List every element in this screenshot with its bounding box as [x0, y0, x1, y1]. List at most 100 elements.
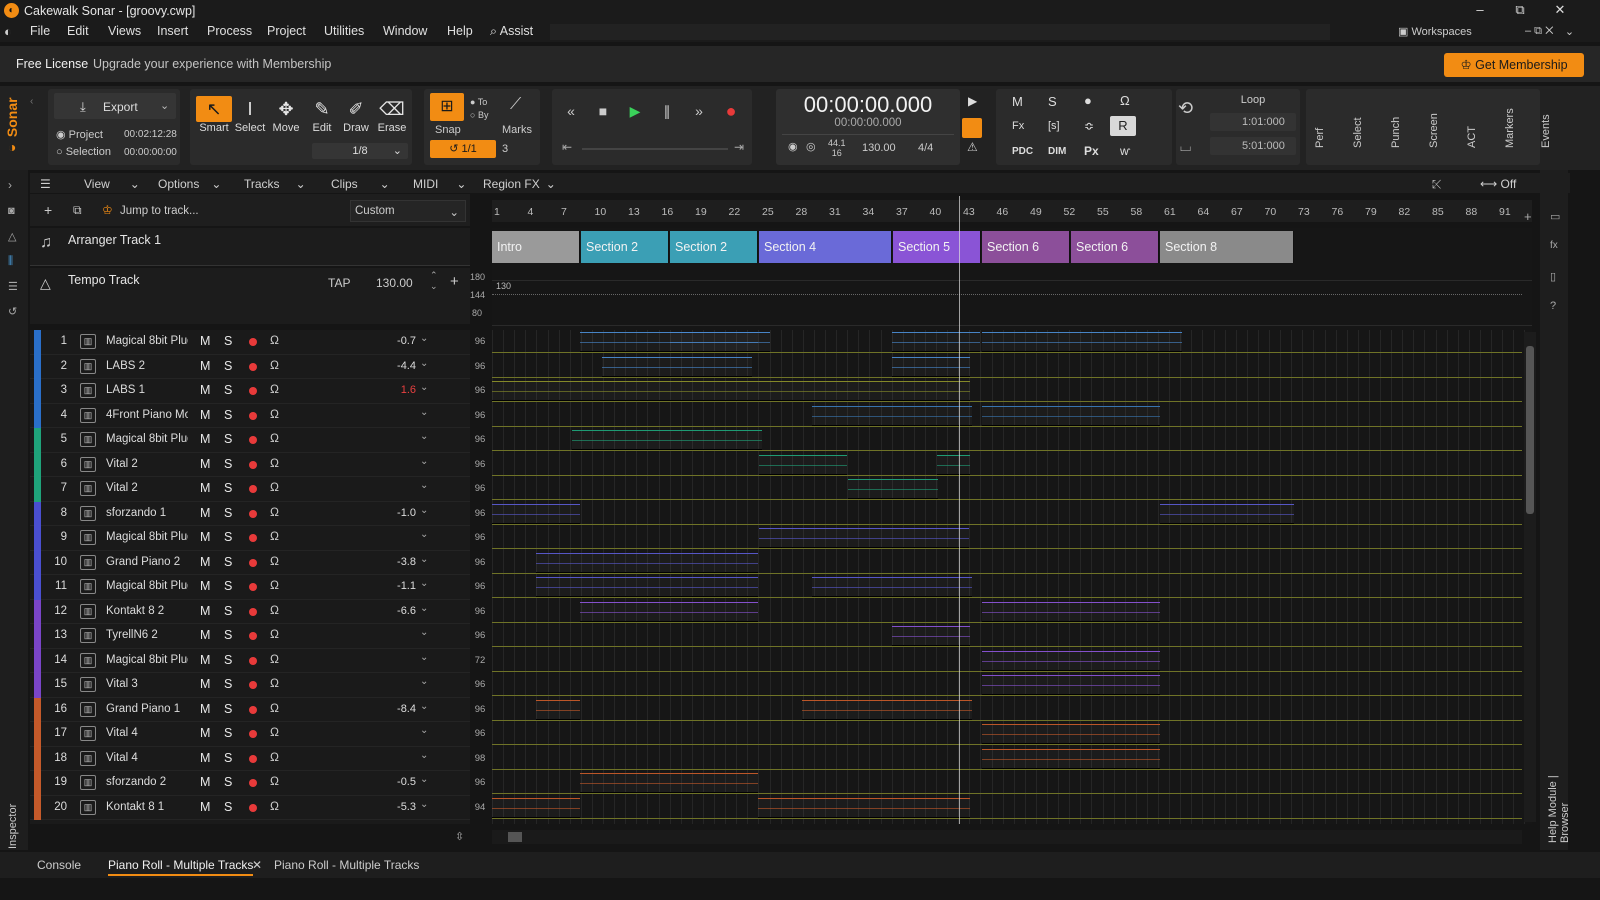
track-expand-icon[interactable]: ⌄ [420, 456, 428, 467]
track-record-arm-button[interactable] [249, 338, 257, 346]
track-row[interactable]: 10 ▥ Grand Piano 2 M S Ω -3.8 ⌄ 96 [30, 550, 485, 575]
monitor-all-button[interactable]: Ω [1120, 93, 1130, 108]
track-mute-button[interactable]: M [200, 359, 210, 373]
track-expand-icon[interactable]: ⌄ [420, 750, 428, 761]
input-echo-icon[interactable]: Ω [270, 505, 279, 519]
track-mute-button[interactable]: M [200, 775, 210, 789]
loop-end-field[interactable]: 5:01:000 [1210, 137, 1296, 155]
countin-icon[interactable]: ◎ [806, 140, 816, 153]
track-expand-icon[interactable]: ⌄ [420, 431, 428, 442]
arm-all-button[interactable]: ● [1084, 93, 1092, 108]
automation-icon[interactable]: ≎ [1084, 119, 1094, 133]
menu-edit[interactable]: Edit [67, 24, 89, 38]
track-solo-button[interactable]: S [224, 383, 232, 397]
move-tool[interactable]: ✥ Move [268, 96, 304, 134]
erase-tool[interactable]: ⌫ Erase [374, 96, 410, 134]
stop-button[interactable]: ■ [589, 97, 617, 125]
track-expand-icon[interactable]: ⌄ [420, 603, 428, 614]
track-name[interactable]: Magical 8bit Plug [106, 654, 188, 666]
input-echo-icon[interactable]: Ω [270, 627, 279, 641]
piano-roll-tab[interactable]: Piano Roll - Multiple Tracks [274, 858, 419, 872]
tool-resolution-dropdown[interactable]: 1/8 ⌄ [312, 143, 408, 159]
track-name[interactable]: Magical 8bit Plug [106, 335, 188, 347]
track-row[interactable]: 2 ▥ LABS 2 M S Ω -4.4 ⌄ 96 [30, 354, 485, 379]
loop-start-field[interactable]: 1:01:000 [1210, 113, 1296, 131]
track-expand-icon[interactable]: ⌄ [420, 652, 428, 663]
fx-icon[interactable]: fx [1550, 240, 1558, 251]
track-record-arm-button[interactable] [249, 656, 257, 665]
track-expand-icon[interactable]: ⌄ [420, 701, 428, 712]
view-menu[interactable]: View ⌄ [84, 177, 140, 191]
metronome-small-icon[interactable]: ⚠ [967, 140, 978, 154]
help-icon[interactable]: ? [1550, 300, 1556, 312]
input-echo-icon[interactable]: Ω [270, 799, 279, 813]
edit-tool[interactable]: ✎ Edit [304, 96, 340, 134]
transport-scrub-bar[interactable] [582, 148, 728, 150]
track-solo-button[interactable]: S [224, 604, 232, 618]
play-button[interactable]: ▶ [621, 97, 649, 125]
instrument-track-icon[interactable]: ▥ [80, 726, 96, 741]
track-mute-button[interactable]: M [200, 751, 210, 765]
instrument-track-icon[interactable]: ▥ [80, 701, 96, 717]
input-echo-icon[interactable]: Ω [270, 407, 279, 421]
track-solo-button[interactable]: S [224, 530, 232, 544]
arranger-section[interactable]: Intro [492, 231, 580, 263]
track-name[interactable]: LABS 1 [106, 384, 188, 396]
crown-small-icon[interactable]: ♔ [102, 203, 113, 217]
track-solo-button[interactable]: S [224, 653, 232, 667]
fast-forward-button[interactable]: » [685, 97, 713, 125]
track-name[interactable]: Kontakt 8 2 [106, 605, 188, 617]
track-mute-button[interactable]: M [200, 383, 210, 397]
track-row[interactable]: 12 ▥ Kontakt 8 2 M S Ω -6.6 ⌄ 96 [30, 599, 485, 624]
track-expand-icon[interactable]: ⌄ [420, 505, 428, 516]
metronome-icon[interactable]: ◉ [788, 140, 798, 153]
track-name[interactable]: Grand Piano 1 [106, 703, 188, 715]
midi-menu[interactable]: MIDI ⌄ [413, 177, 466, 191]
track-expand-icon[interactable]: ⌄ [420, 382, 428, 393]
track-volume-value[interactable]: -0.7 [384, 335, 416, 347]
instrument-track-icon[interactable]: ▥ [80, 481, 96, 496]
input-echo-icon[interactable]: Ω [270, 774, 279, 788]
track-solo-button[interactable]: S [224, 359, 232, 373]
camera-icon[interactable]: ◙ [8, 205, 15, 217]
input-echo-icon[interactable]: Ω [270, 578, 279, 592]
track-mute-button[interactable]: M [200, 481, 210, 495]
rewind-button[interactable]: « [557, 97, 585, 125]
arranger-section[interactable]: Section 6 [1071, 231, 1159, 263]
track-row[interactable]: 19 ▥ sforzando 2 M S Ω -0.5 ⌄ 96 [30, 771, 485, 796]
track-record-arm-button[interactable] [249, 681, 257, 689]
automation-lane-icon[interactable]: ⤪ [1432, 177, 1442, 192]
menu-assist[interactable]: ⌕ Assist [490, 24, 533, 39]
track-name[interactable]: Kontakt 8 1 [106, 801, 188, 813]
input-echo-icon[interactable]: Ω [270, 456, 279, 470]
restore-icons[interactable]: – ⧉ ✕ [1525, 25, 1553, 38]
instrument-track-icon[interactable]: ▥ [80, 383, 96, 398]
input-echo-icon[interactable]: Ω [270, 725, 279, 739]
instrument-track-icon[interactable]: ▥ [80, 505, 96, 521]
inspector-tab[interactable]: Inspector [7, 804, 19, 849]
track-expand-icon[interactable]: ⌄ [420, 407, 428, 418]
track-expand-icon[interactable]: ⌄ [420, 529, 428, 540]
arranger-track-name[interactable]: Arranger Track 1 [68, 233, 161, 247]
timeline-ruler[interactable]: 1 4 7 10 13 16 19 22 25 28 31 34 37 40 43 46 49 52 55 58 61 6… [492, 200, 1532, 222]
track-row[interactable]: 6 ▥ Vital 2 M S Ω ⌄ 96 [30, 452, 485, 477]
record-mode-button[interactable] [962, 118, 982, 138]
track-name[interactable]: Vital 3 [106, 678, 188, 690]
input-echo-icon[interactable]: Ω [270, 750, 279, 764]
track-name[interactable]: LABS 2 [106, 360, 188, 372]
tempo-value[interactable]: 130.00 [862, 142, 896, 154]
track-volume-value[interactable]: -1.1 [384, 580, 416, 592]
console-tab[interactable]: Console [37, 858, 81, 872]
track-row[interactable]: 13 ▥ TyrellN6 2 M S Ω ⌄ 96 [30, 624, 485, 649]
horizontal-scrollbar[interactable] [492, 830, 1522, 844]
track-record-arm-button[interactable] [249, 803, 257, 812]
instrument-track-icon[interactable]: ▥ [80, 799, 96, 815]
read-automation-button[interactable]: R [1110, 116, 1136, 136]
track-record-arm-button[interactable] [249, 460, 257, 469]
track-row[interactable]: 8 ▥ sforzando 1 M S Ω -1.0 ⌄ 96 [30, 501, 485, 526]
track-name[interactable]: 4Front Piano Mo [106, 409, 188, 421]
track-expand-icon[interactable]: ⌄ [420, 578, 428, 589]
track-mute-button[interactable]: M [200, 530, 210, 544]
menu-project[interactable]: Project [267, 24, 306, 38]
track-record-arm-button[interactable] [249, 558, 257, 567]
